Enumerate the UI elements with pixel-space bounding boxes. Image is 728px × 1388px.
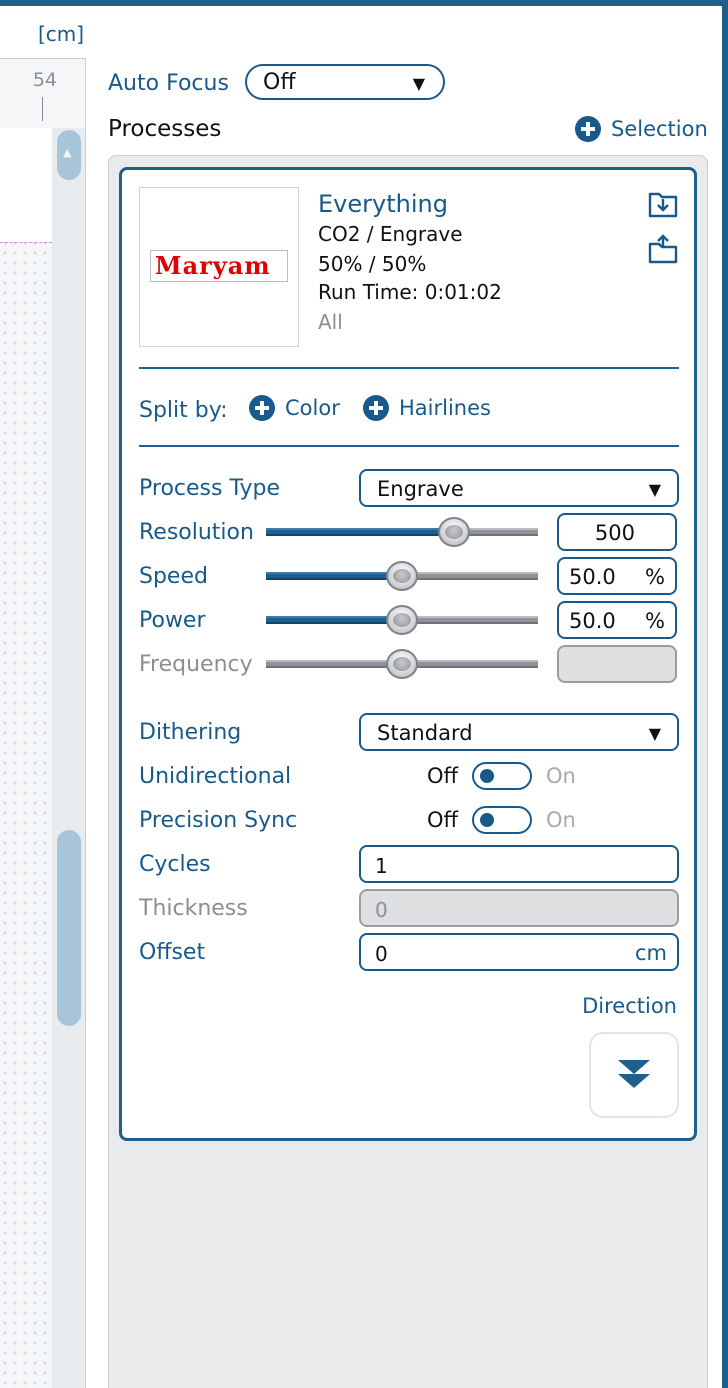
resolution-input[interactable]: 500 bbox=[557, 513, 677, 551]
slider-fill bbox=[266, 660, 402, 668]
process-scope: All bbox=[318, 310, 343, 334]
split-hairlines-label: Hairlines bbox=[399, 396, 491, 420]
speed-value: 50.0 bbox=[569, 565, 616, 589]
split-color-label: Color bbox=[285, 396, 340, 420]
process-type-value: Engrave bbox=[377, 477, 464, 501]
process-power-speed: 50% / 50% bbox=[318, 252, 427, 276]
power-unit: % bbox=[645, 609, 665, 633]
power-label: Power bbox=[139, 608, 206, 633]
plus-circle-icon bbox=[575, 116, 601, 142]
precision-sync-toggle-row: Off On bbox=[422, 806, 576, 834]
process-name[interactable]: Everything bbox=[318, 190, 448, 218]
speed-slider[interactable] bbox=[266, 561, 538, 591]
direction-button[interactable] bbox=[589, 1032, 679, 1118]
add-selection-button[interactable]: Selection bbox=[575, 116, 708, 142]
split-by-hairlines-button[interactable]: Hairlines bbox=[363, 395, 491, 421]
resolution-value: 500 bbox=[594, 521, 635, 545]
frequency-input bbox=[557, 645, 677, 683]
auto-focus-label: Auto Focus bbox=[108, 71, 229, 96]
dropdown-arrow-icon: ▼ bbox=[648, 724, 661, 743]
offset-label: Offset bbox=[139, 940, 206, 965]
slider-knob[interactable] bbox=[386, 605, 418, 635]
work-area-boundary bbox=[0, 242, 52, 243]
frequency-slider bbox=[266, 649, 538, 679]
dithering-value: Standard bbox=[377, 721, 473, 745]
double-chevron-down-icon bbox=[618, 1060, 650, 1088]
precision-sync-toggle[interactable] bbox=[472, 806, 532, 834]
slider-knob bbox=[386, 649, 418, 679]
speed-label: Speed bbox=[139, 564, 208, 589]
slider-knob[interactable] bbox=[386, 561, 418, 591]
scroll-up-button[interactable] bbox=[57, 130, 81, 180]
process-card[interactable]: Maryam Everything CO2 / Engrave 50% / 50… bbox=[119, 167, 697, 1141]
dropdown-arrow-icon: ▼ bbox=[412, 74, 425, 93]
cycles-input[interactable]: 1 bbox=[359, 845, 679, 883]
unidirectional-label: Unidirectional bbox=[139, 764, 292, 789]
speed-input[interactable]: 50.0 % bbox=[557, 557, 677, 595]
slider-fill bbox=[266, 572, 402, 580]
window-right-border bbox=[722, 0, 728, 1388]
toggle-off-label: Off bbox=[427, 808, 458, 832]
split-by-label: Split by: bbox=[139, 398, 228, 423]
selection-label: Selection bbox=[611, 117, 708, 141]
divider bbox=[139, 445, 679, 447]
cycles-value: 1 bbox=[375, 854, 388, 878]
auto-focus-value: Off bbox=[263, 70, 296, 95]
plus-circle-icon bbox=[363, 395, 389, 421]
export-process-icon[interactable] bbox=[647, 234, 681, 266]
toggle-off-label: Off bbox=[427, 764, 458, 788]
resolution-slider[interactable] bbox=[266, 517, 538, 547]
power-slider[interactable] bbox=[266, 605, 538, 635]
horizontal-ruler: 54 bbox=[0, 58, 86, 128]
power-input[interactable]: 50.0 % bbox=[557, 601, 677, 639]
ruler-mark: 54 bbox=[32, 69, 57, 91]
unidirectional-toggle-row: Off On bbox=[422, 762, 576, 790]
split-by-color-button[interactable]: Color bbox=[249, 395, 340, 421]
process-type-select[interactable]: Engrave ▼ bbox=[359, 469, 679, 507]
plus-circle-icon bbox=[249, 395, 275, 421]
dropdown-arrow-icon: ▼ bbox=[648, 480, 661, 499]
work-area-bed bbox=[0, 128, 52, 242]
scrollbar-thumb[interactable] bbox=[57, 830, 81, 1026]
logo-image: Maryam bbox=[150, 250, 288, 282]
cycles-label: Cycles bbox=[139, 852, 211, 877]
thickness-label: Thickness bbox=[139, 896, 248, 921]
toggle-on-label: On bbox=[546, 808, 576, 832]
processes-title: Processes bbox=[108, 116, 222, 142]
process-type-label: Process Type bbox=[139, 476, 280, 501]
offset-value: 0 bbox=[375, 942, 388, 966]
process-thumbnail: Maryam bbox=[139, 187, 299, 347]
process-run-time: Run Time: 0:01:02 bbox=[318, 280, 502, 304]
thickness-value: 0 bbox=[375, 898, 388, 922]
ruler-tick bbox=[42, 97, 43, 121]
frequency-label: Frequency bbox=[139, 652, 253, 677]
slider-knob[interactable] bbox=[438, 517, 470, 547]
offset-input[interactable]: 0 cm bbox=[359, 933, 679, 971]
auto-focus-select[interactable]: Off ▼ bbox=[245, 64, 445, 100]
process-laser-mode: CO2 / Engrave bbox=[318, 222, 463, 246]
dithering-label: Dithering bbox=[139, 720, 242, 745]
slider-fill bbox=[266, 616, 402, 624]
ruler-unit-label: [cm] bbox=[38, 22, 85, 46]
vertical-scrollbar[interactable] bbox=[52, 128, 86, 1388]
thickness-input: 0 bbox=[359, 889, 679, 927]
precision-sync-label: Precision Sync bbox=[139, 808, 298, 833]
load-process-icon[interactable] bbox=[647, 188, 681, 220]
dithering-select[interactable]: Standard ▼ bbox=[359, 713, 679, 751]
speed-unit: % bbox=[645, 565, 665, 589]
toggle-on-label: On bbox=[546, 764, 576, 788]
divider bbox=[139, 367, 679, 369]
work-canvas[interactable] bbox=[0, 128, 52, 1388]
offset-unit: cm bbox=[634, 941, 667, 965]
direction-label: Direction bbox=[582, 994, 677, 1018]
window-top-border bbox=[0, 0, 728, 6]
slider-fill bbox=[266, 528, 454, 536]
resolution-label: Resolution bbox=[139, 520, 254, 545]
logo-text: Maryam bbox=[155, 251, 271, 280]
power-value: 50.0 bbox=[569, 609, 616, 633]
unidirectional-toggle[interactable] bbox=[472, 762, 532, 790]
